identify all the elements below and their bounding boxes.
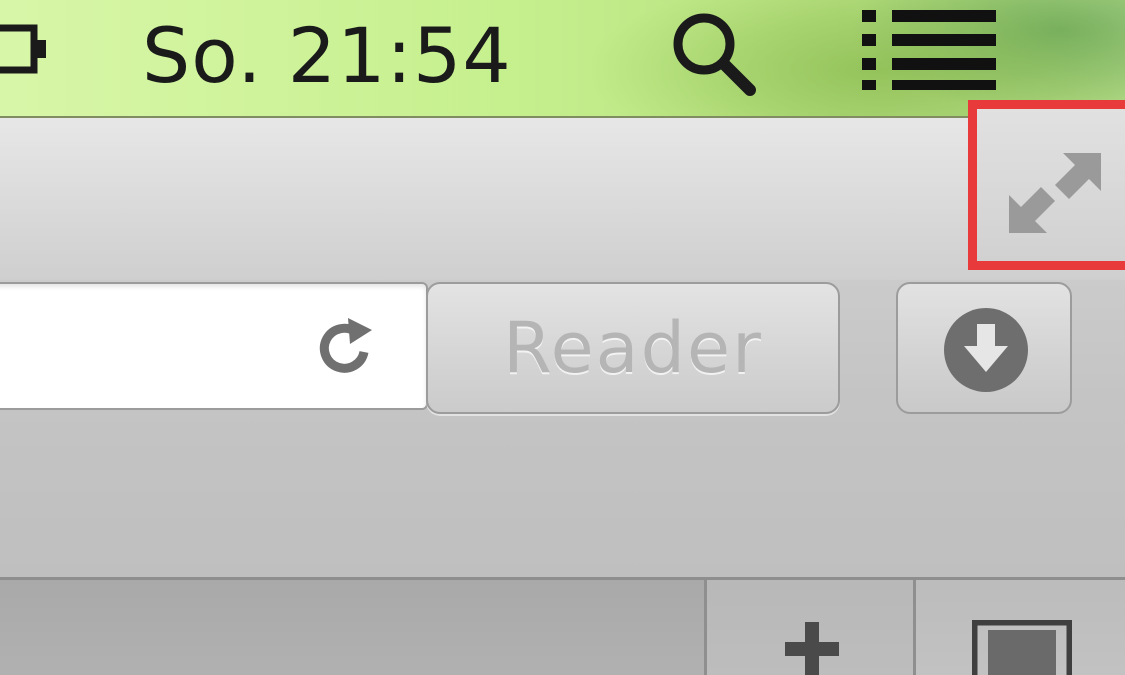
fullscreen-arrows-icon	[1009, 153, 1101, 233]
download-arrow-icon	[944, 308, 1028, 392]
address-bar[interactable]	[0, 282, 428, 410]
screen: So. 21:54 Reader	[0, 0, 1125, 675]
reader-button-label: Reader	[503, 307, 763, 389]
battery-icon[interactable]	[0, 22, 48, 80]
tab-overview-icon	[972, 620, 1072, 675]
window-title-bar	[0, 118, 1125, 280]
new-tab-button[interactable]	[707, 580, 913, 675]
reload-icon[interactable]	[312, 312, 382, 382]
tab-overview-button[interactable]	[916, 580, 1125, 675]
tab-bar	[0, 580, 1125, 675]
fullscreen-button[interactable]	[968, 100, 1125, 270]
plus-icon	[785, 622, 839, 675]
menu-bar-clock[interactable]: So. 21:54	[142, 8, 512, 104]
notification-center-icon[interactable]	[862, 8, 1000, 92]
downloads-button[interactable]	[896, 282, 1072, 414]
menu-bar: So. 21:54	[0, 0, 1125, 118]
spotlight-search-icon[interactable]	[668, 10, 764, 100]
reader-button[interactable]: Reader	[426, 282, 840, 414]
